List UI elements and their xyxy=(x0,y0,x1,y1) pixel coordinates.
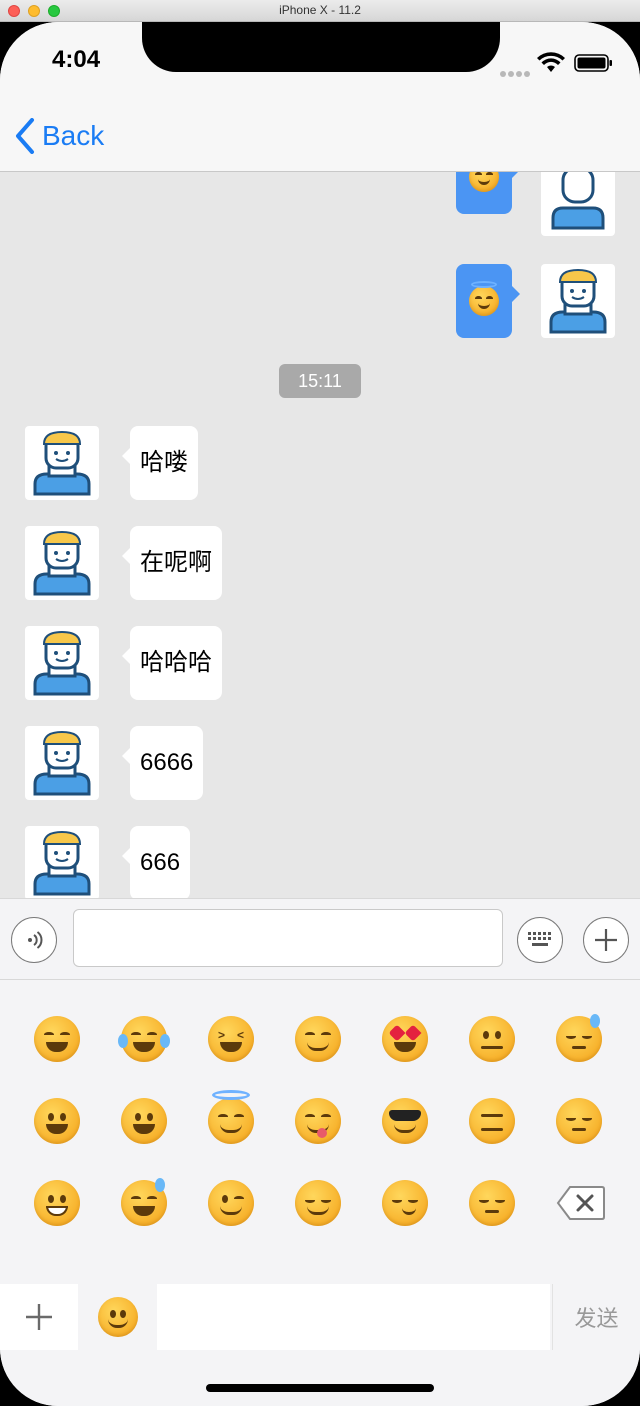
notch xyxy=(142,22,500,72)
contact-avatar[interactable] xyxy=(25,526,99,600)
sunglasses-emoji-icon[interactable] xyxy=(382,1098,428,1144)
smiley-emoji-icon[interactable] xyxy=(121,1098,167,1144)
relieved-emoji-icon xyxy=(469,172,499,192)
delete-backspace-icon[interactable] xyxy=(556,1184,606,1222)
relieved-emoji-icon[interactable] xyxy=(295,1180,341,1226)
back-label: Back xyxy=(42,120,105,151)
add-emoji-pack-button[interactable] xyxy=(0,1284,78,1350)
grinning-emoji-icon[interactable] xyxy=(34,1098,80,1144)
status-time: 4:04 xyxy=(52,46,101,73)
neutral-emoji-icon[interactable] xyxy=(469,1016,515,1062)
user-avatar-icon xyxy=(33,430,91,496)
home-indicator[interactable] xyxy=(206,1384,434,1392)
incoming-message-bubble[interactable]: 6666 xyxy=(121,726,204,800)
keyboard-icon xyxy=(528,932,551,946)
laughing-emoji-icon[interactable]: > < xyxy=(208,1016,254,1062)
innocent-emoji-icon[interactable] xyxy=(208,1090,254,1144)
joy-emoji-icon[interactable] xyxy=(118,1016,170,1062)
navigation-bar: Back xyxy=(0,108,640,172)
incoming-message-bubble[interactable]: 在呢啊 xyxy=(122,526,222,600)
user-avatar-icon xyxy=(549,268,607,334)
blush-emoji-icon[interactable] xyxy=(295,1016,341,1062)
contact-avatar[interactable] xyxy=(25,726,99,800)
grin-emoji-icon[interactable] xyxy=(34,1016,80,1062)
halo-emoji-icon xyxy=(469,281,499,316)
grin-teeth-emoji-icon[interactable] xyxy=(34,1180,80,1226)
user-avatar-icon xyxy=(33,730,91,796)
status-bar: 4:04 xyxy=(0,22,640,108)
emoji-tab-strip xyxy=(157,1284,550,1350)
wink-emoji-icon[interactable] xyxy=(208,1180,254,1226)
voice-icon xyxy=(28,931,43,949)
more-options-button[interactable] xyxy=(583,917,629,963)
chat-input-bar xyxy=(0,898,640,980)
timestamp-badge: 15:11 xyxy=(279,364,361,398)
emoji-bottom-bar: 发送 xyxy=(0,1284,640,1350)
voice-button[interactable] xyxy=(11,917,57,963)
home-area xyxy=(0,1350,640,1406)
my-avatar[interactable] xyxy=(541,172,615,236)
contact-avatar[interactable] xyxy=(25,426,99,500)
yum-emoji-icon[interactable] xyxy=(295,1098,341,1144)
phone-screen: 4:04 Back 15:11 哈喽 在呢啊 哈哈哈 6666 666 > < … xyxy=(0,22,640,1406)
window-title: iPhone X - 11.2 xyxy=(279,3,361,17)
incoming-message-bubble[interactable]: 哈喽 xyxy=(122,426,198,500)
my-avatar[interactable] xyxy=(541,264,615,338)
contact-avatar[interactable] xyxy=(25,626,99,700)
sweat-emoji-icon[interactable] xyxy=(556,1014,602,1062)
smile-emoji-icon xyxy=(98,1297,138,1337)
user-avatar-icon xyxy=(33,630,91,696)
user-avatar-icon xyxy=(551,172,605,230)
incoming-message-bubble[interactable]: 哈哈哈 xyxy=(122,626,222,700)
contact-avatar[interactable] xyxy=(25,826,99,898)
device-frame: 4:04 Back 15:11 哈喽 在呢啊 哈哈哈 6666 666 > < … xyxy=(0,22,640,1406)
pensive-emoji-icon[interactable] xyxy=(556,1098,602,1144)
sweat-smile-emoji-icon[interactable] xyxy=(121,1178,167,1226)
emoji-panel: > < xyxy=(0,980,640,1296)
battery-icon xyxy=(574,54,612,72)
plus-icon xyxy=(26,1304,52,1330)
send-button[interactable]: 发送 xyxy=(552,1284,640,1350)
outgoing-message-bubble[interactable] xyxy=(456,264,520,338)
simulator-titlebar: iPhone X - 11.2 xyxy=(0,0,640,22)
emoji-category-tab[interactable] xyxy=(80,1284,156,1350)
unamused-emoji-icon[interactable] xyxy=(469,1180,515,1226)
keyboard-toggle-button[interactable] xyxy=(517,917,563,963)
expressionless-emoji-icon[interactable] xyxy=(469,1098,515,1144)
outgoing-message-bubble[interactable] xyxy=(456,172,520,214)
cellular-signal-icon xyxy=(500,64,532,82)
user-avatar-icon xyxy=(33,830,91,896)
back-button[interactable]: Back xyxy=(14,116,104,156)
smirk-emoji-icon[interactable] xyxy=(382,1180,428,1226)
message-input[interactable] xyxy=(73,909,503,967)
chevron-left-icon xyxy=(16,118,34,154)
user-avatar-icon xyxy=(33,530,91,596)
plus-icon xyxy=(595,929,617,951)
message-list[interactable]: 15:11 哈喽 在呢啊 哈哈哈 6666 666 xyxy=(0,172,640,898)
heart-eyes-emoji-icon[interactable] xyxy=(382,1016,428,1062)
wifi-icon xyxy=(537,52,565,72)
incoming-message-bubble[interactable]: 666 xyxy=(121,826,191,898)
